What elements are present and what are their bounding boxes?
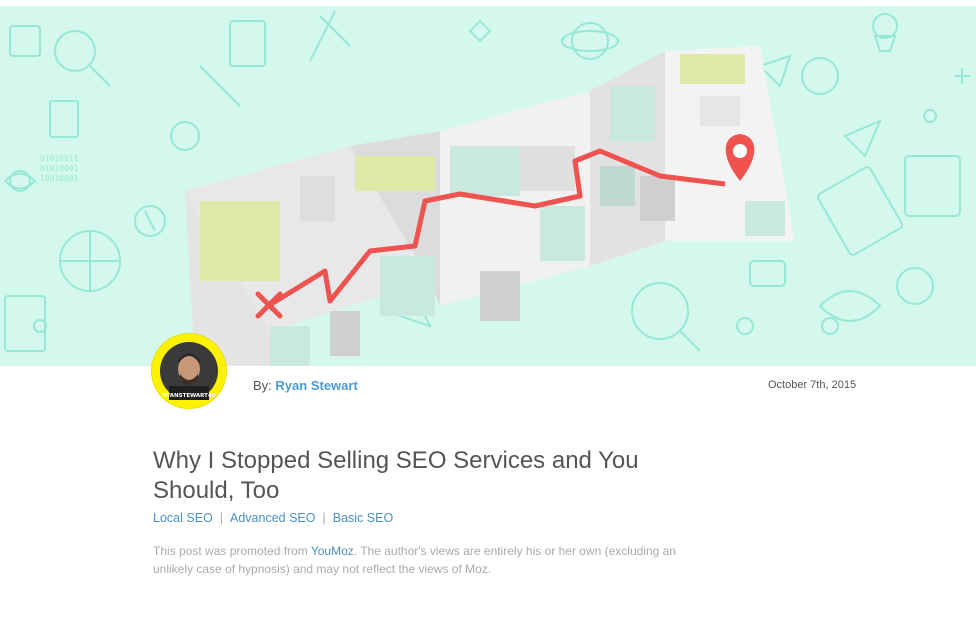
author-byline: By: Ryan Stewart <box>253 378 358 393</box>
svg-text:10010001: 10010001 <box>40 174 79 183</box>
svg-text:01010011: 01010011 <box>40 154 79 163</box>
promotion-note: This post was promoted from YouMoz. The … <box>153 542 693 578</box>
category-separator: | <box>219 511 224 525</box>
category-separator: | <box>322 511 326 525</box>
youmoz-link[interactable]: YouMoz <box>311 544 354 558</box>
category-link-advanced-seo[interactable]: Advanced SEO <box>230 511 315 525</box>
author-avatar[interactable]: RYANSTEWART40 <box>152 334 226 408</box>
category-link-basic-seo[interactable]: Basic SEO <box>333 511 393 525</box>
by-label: By: <box>253 378 272 393</box>
category-link-local-seo[interactable]: Local SEO <box>153 511 213 525</box>
map-route-illustration: 01010011 01010001 10010001 <box>4 10 970 366</box>
avatar-caption: RYANSTEWART40 <box>162 393 215 399</box>
author-photo-icon: RYANSTEWART40 <box>152 334 226 408</box>
promo-prefix: This post was promoted from <box>153 544 311 558</box>
author-name-link[interactable]: Ryan Stewart <box>275 378 357 393</box>
post-date: October 7th, 2015 <box>768 379 857 391</box>
hero-banner: 01010011 01010001 10010001 <box>0 6 976 366</box>
post-title: Why I Stopped Selling SEO Services and Y… <box>153 447 639 504</box>
svg-text:01010001: 01010001 <box>40 164 79 173</box>
category-list: Local SEO | Advanced SEO | Basic SEO <box>153 511 393 525</box>
